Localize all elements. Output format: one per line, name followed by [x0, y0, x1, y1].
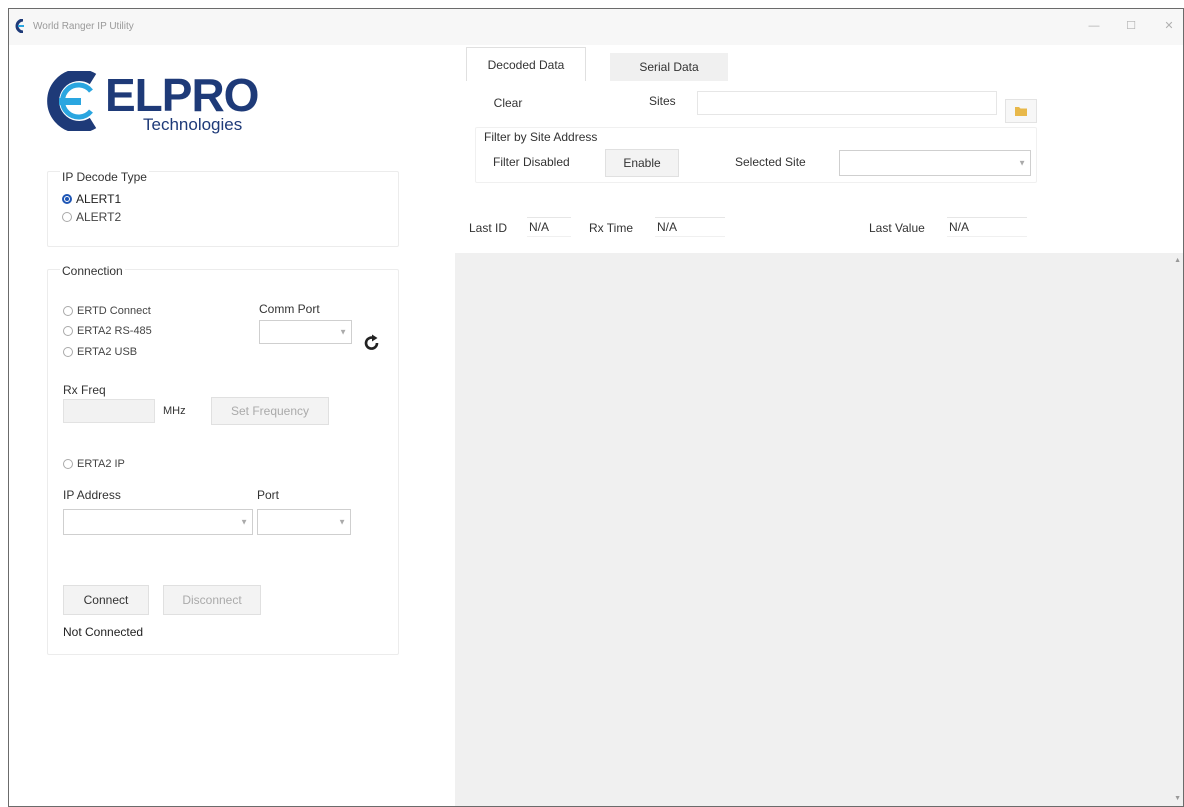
chevron-down-icon: ▼ [338, 517, 346, 527]
radio-erta2-usb-dot[interactable] [63, 347, 73, 357]
logo-brand: ELPRO [105, 69, 259, 121]
ip-address-label: IP Address [63, 488, 121, 502]
connection-legend: Connection [60, 264, 125, 278]
decoded-data-area[interactable]: ▲ ▼ [455, 253, 1183, 806]
radio-erta2-usb-label: ERTA2 USB [77, 346, 138, 358]
selected-site-label: Selected Site [735, 155, 806, 169]
radio-alert1-dot[interactable] [62, 194, 72, 204]
mhz-label: MHz [163, 405, 186, 417]
last-value-value: N/A [947, 217, 1027, 237]
chevron-down-icon: ▼ [339, 327, 347, 337]
app-icon [15, 19, 24, 33]
decode-type-legend: IP Decode Type [60, 170, 149, 184]
last-id-label: Last ID [469, 221, 508, 235]
title-bar: World Ranger IP Utility — ☐ ✕ [9, 9, 1183, 45]
rx-time-label: Rx Time [589, 221, 634, 235]
radio-alert1[interactable]: ALERT1 [62, 192, 121, 206]
radio-erta2-ip[interactable]: ERTA2 IP [63, 458, 125, 470]
selected-site-select[interactable]: ▼ [839, 150, 1031, 176]
connection-status: Not Connected [63, 625, 144, 639]
elpro-logo: ELPRO Technologies [45, 71, 285, 139]
tab-serial-data[interactable]: Serial Data [610, 53, 728, 81]
radio-alert2-label: ALERT2 [76, 210, 122, 224]
radio-alert2-dot[interactable] [62, 212, 72, 222]
sites-label: Sites [649, 94, 676, 108]
radio-alert2[interactable]: ALERT2 [62, 210, 121, 224]
last-value-label: Last Value [869, 221, 925, 235]
chevron-down-icon: ▼ [1018, 158, 1026, 168]
port-label: Port [257, 488, 280, 502]
filter-status: Filter Disabled [493, 155, 570, 169]
radio-erta2-rs485-dot[interactable] [63, 326, 73, 336]
enable-filter-button[interactable]: Enable [605, 149, 679, 177]
last-id-value: N/A [527, 217, 571, 237]
ip-address-select[interactable]: ▼ [63, 509, 253, 535]
rx-freq-label: Rx Freq [63, 383, 106, 397]
radio-erta2-ip-label: ERTA2 IP [77, 458, 125, 470]
window-title: World Ranger IP Utility [33, 21, 134, 32]
chevron-down-icon: ▼ [240, 517, 248, 527]
sites-input[interactable] [697, 91, 997, 115]
rx-freq-input[interactable] [63, 399, 155, 423]
scroll-up-arrow[interactable]: ▲ [1174, 257, 1181, 264]
main-window: World Ranger IP Utility — ☐ ✕ ELPRO Tech… [8, 8, 1184, 807]
browse-folder-button[interactable] [1005, 99, 1037, 123]
disconnect-button[interactable]: Disconnect [163, 585, 261, 615]
radio-ertd-connect-label: ERTD Connect [77, 305, 151, 317]
minimize-button[interactable]: — [1084, 17, 1104, 35]
elpro-logo-mark [47, 71, 97, 131]
filter-legend: Filter by Site Address [482, 130, 600, 144]
radio-erta2-rs485-label: ERTA2 RS-485 [77, 325, 152, 337]
scroll-down-arrow[interactable]: ▼ [1174, 795, 1181, 802]
refresh-icon[interactable] [362, 333, 382, 353]
clear-button[interactable]: Clear [475, 89, 541, 117]
close-button[interactable]: ✕ [1159, 17, 1179, 35]
logo-subtitle: Technologies [143, 115, 243, 134]
comm-port-label: Comm Port [259, 302, 320, 316]
comm-port-select[interactable]: ▼ [259, 320, 352, 344]
rx-time-value: N/A [655, 217, 725, 237]
folder-icon [1015, 107, 1027, 116]
set-frequency-button[interactable]: Set Frequency [211, 397, 329, 425]
radio-ertd-connect-dot[interactable] [63, 306, 73, 316]
decode-type-group: IP Decode Type ALERT1 ALERT2 [47, 170, 399, 247]
connect-button[interactable]: Connect [63, 585, 149, 615]
radio-erta2-usb[interactable]: ERTA2 USB [63, 346, 137, 358]
radio-alert1-label: ALERT1 [76, 192, 122, 206]
maximize-button[interactable]: ☐ [1121, 17, 1141, 35]
port-select[interactable]: ▼ [257, 509, 351, 535]
radio-ertd-connect[interactable]: ERTD Connect [63, 305, 151, 317]
radio-erta2-ip-dot[interactable] [63, 459, 73, 469]
radio-erta2-rs485[interactable]: ERTA2 RS-485 [63, 325, 152, 337]
tab-decoded-data[interactable]: Decoded Data [466, 47, 586, 81]
